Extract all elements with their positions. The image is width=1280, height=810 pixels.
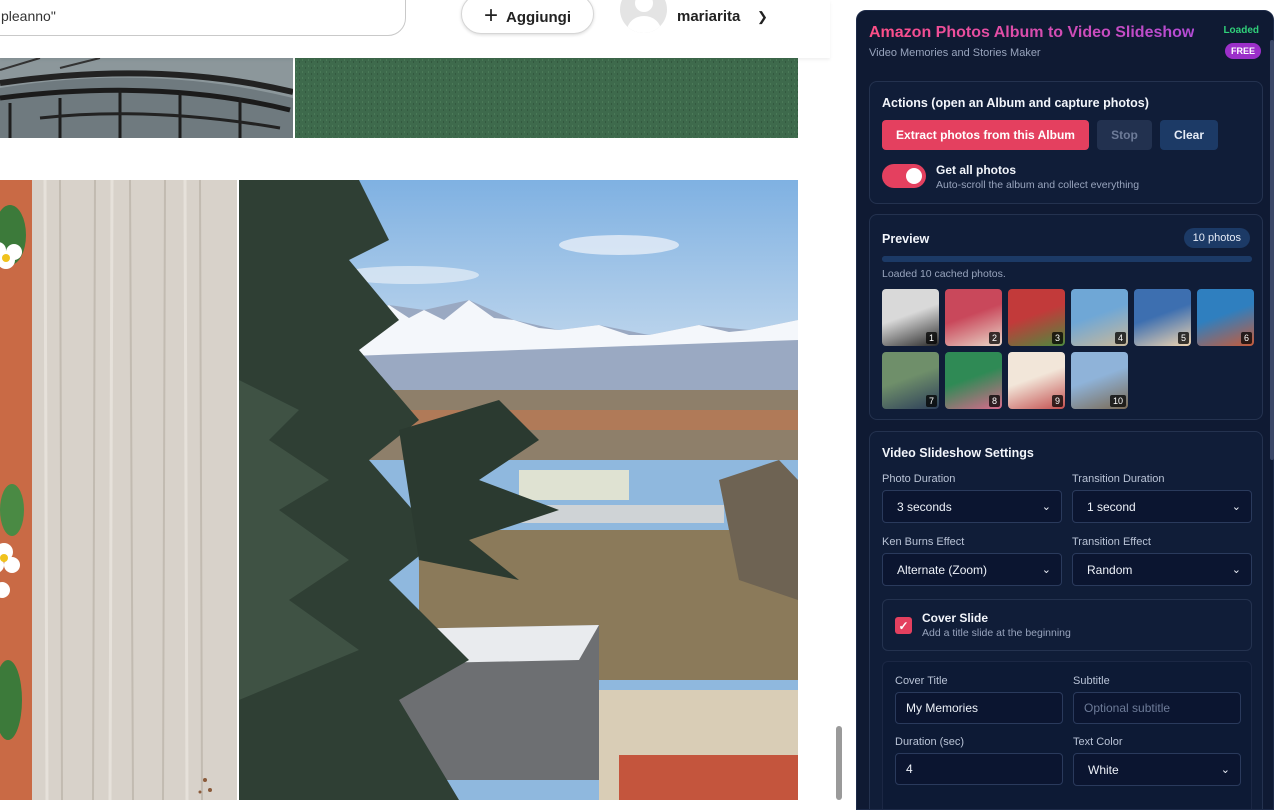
transition-effect-select[interactable]: Random ⌄: [1072, 553, 1252, 586]
extension-subtitle: Video Memories and Stories Maker: [869, 47, 1041, 59]
text-color-select[interactable]: White ⌄: [1073, 753, 1241, 786]
photo-count-badge: 10 photos: [1183, 228, 1250, 248]
duration-value: 4: [906, 762, 913, 776]
chevron-down-icon: ⌄: [1041, 501, 1051, 513]
thumbnail-number: 2: [988, 332, 1000, 344]
cover-slide-checkbox[interactable]: ✓: [895, 617, 912, 634]
preview-status: Loaded 10 cached photos.: [882, 268, 1006, 280]
cover-slide-description: Add a title slide at the beginning: [922, 627, 1071, 639]
grass-image: [295, 58, 798, 138]
photo-thumbnail[interactable]: 2: [945, 289, 1002, 346]
cover-title-input[interactable]: My Memories: [895, 692, 1063, 724]
photo-thumbnail[interactable]: 4: [1071, 289, 1128, 346]
cover-slide-label: Cover Slide: [922, 611, 989, 625]
photo-thumbnail[interactable]: 6: [1197, 289, 1254, 346]
photo-thumbnail[interactable]: 5: [1134, 289, 1191, 346]
chevron-down-icon: ⌄: [1231, 501, 1241, 513]
preview-title: Preview: [882, 232, 930, 246]
transition-duration-value: 1 second: [1087, 499, 1136, 514]
transition-effect-value: Random: [1087, 562, 1133, 577]
progress-bar: [882, 256, 1252, 262]
top-bar: pleanno" + Aggiungi mariarita ❯: [0, 0, 830, 58]
clear-button[interactable]: Clear: [1160, 120, 1218, 150]
thumbnail-number: 8: [988, 395, 1000, 407]
thumbnail-number: 6: [1240, 332, 1252, 344]
photo-thumbnail[interactable]: 3: [1008, 289, 1065, 346]
cover-fields-panel: Cover Title My Memories Subtitle Optiona…: [882, 661, 1252, 809]
thumbnail-number: 4: [1114, 332, 1126, 344]
search-query: pleanno": [1, 8, 56, 24]
chevron-down-icon: ⌄: [1041, 564, 1051, 576]
status-indicator: Loaded: [1223, 25, 1259, 36]
plus-icon: +: [484, 2, 499, 29]
photo-thumbnail[interactable]: 9: [1008, 352, 1065, 409]
thumbnail-number: 7: [925, 395, 937, 407]
avatar[interactable]: [620, 0, 667, 33]
toggle-label: Get all photos: [936, 163, 1017, 177]
preview-card: Preview 10 photos Loaded 10 cached photo…: [869, 214, 1263, 420]
photo-duration-value: 3 seconds: [897, 499, 952, 514]
extract-photos-button[interactable]: Extract photos from this Album: [882, 120, 1089, 150]
text-color-value: White: [1088, 762, 1119, 777]
avatar-body: [627, 16, 661, 33]
duration-input[interactable]: 4: [895, 753, 1063, 785]
username[interactable]: mariarita: [677, 8, 740, 25]
chevron-down-icon: ⌄: [1220, 764, 1230, 776]
subtitle-input[interactable]: Optional subtitle: [1073, 692, 1241, 724]
add-button-label: Aggiungi: [506, 8, 571, 26]
mountains-image: [239, 180, 798, 800]
page-scrollbar-thumb[interactable]: [836, 726, 842, 800]
thumbnail-number: 10: [1109, 395, 1126, 407]
cover-title-value: My Memories: [906, 701, 979, 715]
photo-thumbnail[interactable]: 7: [882, 352, 939, 409]
transition-duration-select[interactable]: 1 second ⌄: [1072, 490, 1252, 523]
album-photo-grass[interactable]: [295, 58, 798, 138]
photo-thumbnail[interactable]: 8: [945, 352, 1002, 409]
album-photo-table[interactable]: [0, 180, 237, 800]
photo-duration-label: Photo Duration: [882, 473, 956, 485]
photo-thumbnail[interactable]: 1: [882, 289, 939, 346]
toggle-knob: [906, 168, 922, 184]
add-button[interactable]: + Aggiungi: [461, 0, 594, 34]
actions-card: Actions (open an Album and capture photo…: [869, 81, 1263, 204]
search-input[interactable]: pleanno": [0, 0, 406, 36]
avatar-head: [635, 0, 653, 12]
ken-burns-select[interactable]: Alternate (Zoom) ⌄: [882, 553, 1062, 586]
amazon-photos-page: pleanno" + Aggiungi mariarita ❯: [0, 0, 846, 800]
chevron-down-icon[interactable]: ❯: [757, 9, 768, 25]
table-image: [0, 180, 237, 800]
cover-title-label: Cover Title: [895, 675, 948, 687]
progress-fill: [882, 256, 1252, 262]
subtitle-placeholder: Optional subtitle: [1084, 701, 1171, 715]
cover-slide-option[interactable]: ✓ Cover Slide Add a title slide at the b…: [882, 599, 1252, 651]
thumbnail-number: 3: [1051, 332, 1063, 344]
chevron-down-icon: ⌄: [1231, 564, 1241, 576]
transition-effect-label: Transition Effect: [1072, 536, 1151, 548]
subtitle-label: Subtitle: [1073, 675, 1110, 687]
transition-duration-label: Transition Duration: [1072, 473, 1165, 485]
thumbnail-number: 5: [1177, 332, 1189, 344]
chairs-image: [0, 58, 293, 138]
stop-button[interactable]: Stop: [1097, 120, 1152, 150]
photo-duration-select[interactable]: 3 seconds ⌄: [882, 490, 1062, 523]
extension-panel: Amazon Photos Album to Video Slideshow V…: [856, 10, 1274, 810]
extension-title: Amazon Photos Album to Video Slideshow: [869, 24, 1195, 41]
duration-label: Duration (sec): [895, 736, 965, 748]
photo-thumbnail[interactable]: 10: [1071, 352, 1128, 409]
ken-burns-value: Alternate (Zoom): [897, 562, 988, 577]
video-settings-card: Video Slideshow Settings Photo Duration …: [869, 431, 1263, 809]
video-settings-title: Video Slideshow Settings: [882, 446, 1034, 460]
plan-badge: FREE: [1224, 43, 1261, 59]
album-photo-mountains[interactable]: [239, 180, 798, 800]
actions-title: Actions (open an Album and capture photo…: [882, 96, 1149, 110]
get-all-photos-toggle[interactable]: [882, 164, 926, 188]
album-photo-chairs[interactable]: [0, 58, 293, 138]
extension-scrollbar[interactable]: [1270, 40, 1274, 460]
text-color-label: Text Color: [1073, 736, 1123, 748]
ken-burns-label: Ken Burns Effect: [882, 536, 965, 548]
thumbnail-number: 1: [925, 332, 937, 344]
thumbnail-number: 9: [1051, 395, 1063, 407]
toggle-description: Auto-scroll the album and collect everyt…: [936, 179, 1140, 191]
